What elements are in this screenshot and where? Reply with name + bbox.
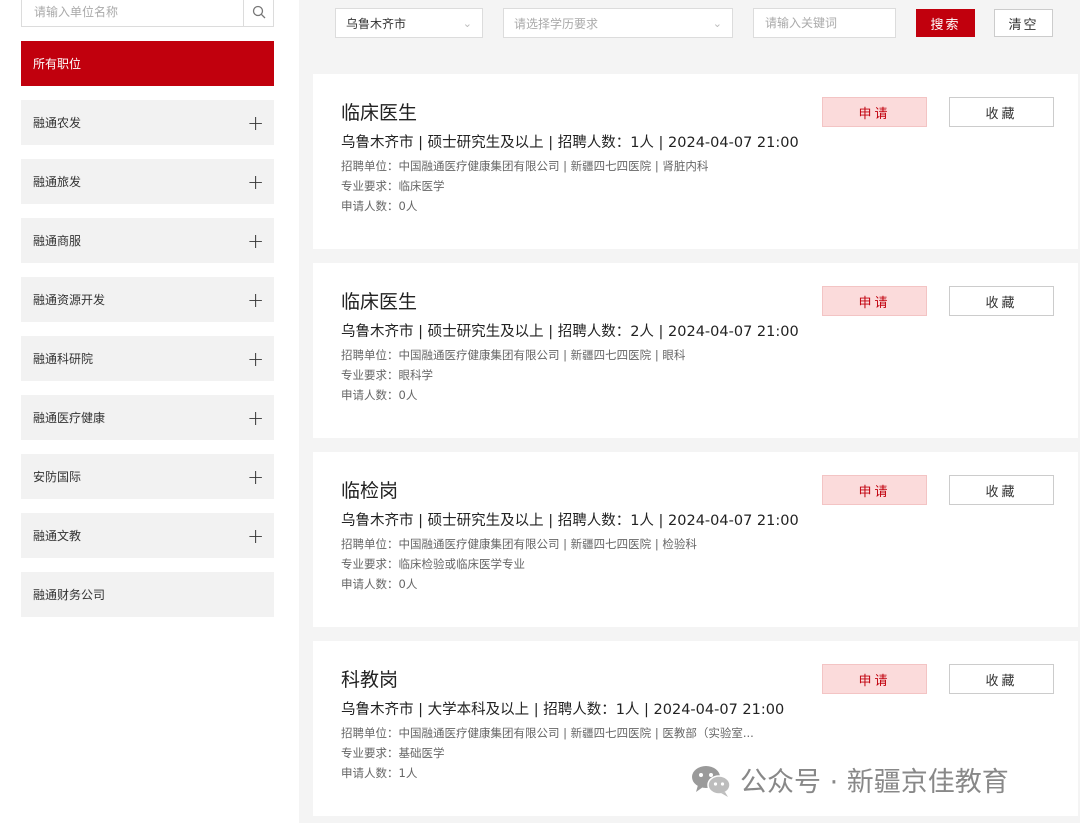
job-major: 专业要求：临床检验或临床医学专业 (341, 557, 525, 571)
job-info: 乌鲁木齐市 | 硕士研究生及以上 | 招聘人数：1人 | 2024-04-07 … (341, 513, 799, 529)
job-unit: 招聘单位：中国融通医疗健康集团有限公司 | 新疆四七四医院 | 检验科 (341, 537, 697, 551)
expand-plus-icon[interactable]: + (247, 349, 264, 369)
job-title[interactable]: 临床医生 (341, 287, 417, 314)
apply-button[interactable]: 申请 (822, 475, 927, 505)
wechat-watermark: 公众号 · 新疆京佳教育 (690, 760, 1009, 799)
unit-search-button[interactable] (243, 0, 273, 26)
wechat-icon (692, 765, 731, 797)
job-title[interactable]: 临检岗 (341, 476, 398, 503)
sidebar: 所有职位 融通农发 + 融通旅发 + 融通商服 + 融通资源开发 + 融通科研院… (0, 0, 290, 823)
sidebar-item-rongtong-lvfa[interactable]: 融通旅发 + (21, 159, 274, 204)
sidebar-item-label: 融通资源开发 (33, 293, 106, 307)
favorite-button[interactable]: 收藏 (949, 475, 1054, 505)
sidebar-item-rongtong-caiwu[interactable]: 融通财务公司 (21, 572, 274, 617)
expand-plus-icon[interactable]: + (247, 231, 264, 251)
job-title[interactable]: 科教岗 (341, 665, 398, 692)
keyword-input[interactable] (754, 9, 895, 37)
chevron-down-icon: ⌄ (712, 16, 722, 30)
favorite-button[interactable]: 收藏 (949, 664, 1054, 694)
sidebar-item-rongtong-ziyuan[interactable]: 融通资源开发 + (21, 277, 274, 322)
education-select-placeholder: 请选择学历要求 (514, 16, 599, 31)
sidebar-item-label: 融通商服 (33, 234, 82, 248)
job-applicants: 申请人数：1人 (341, 766, 418, 780)
sidebar-item-label: 安防国际 (33, 470, 82, 484)
city-select-value: 乌鲁木齐市 (346, 16, 407, 31)
job-card: 临床医生 乌鲁木齐市 | 硕士研究生及以上 | 招聘人数：1人 | 2024-0… (313, 74, 1078, 249)
sidebar-item-label: 融通农发 (33, 116, 82, 130)
sidebar-item-rongtong-wenjiao[interactable]: 融通文教 + (21, 513, 274, 558)
job-major: 专业要求：眼科学 (341, 368, 433, 382)
expand-plus-icon[interactable]: + (247, 290, 264, 310)
expand-plus-icon[interactable]: + (247, 526, 264, 546)
sidebar-item-all-positions[interactable]: 所有职位 (21, 41, 274, 86)
apply-button[interactable]: 申请 (822, 286, 927, 316)
job-applicants: 申请人数：0人 (341, 388, 418, 402)
keyword-field (753, 8, 896, 38)
expand-plus-icon[interactable]: + (247, 408, 264, 428)
education-select[interactable]: 请选择学历要求 ⌄ (503, 8, 733, 38)
sidebar-item-label: 所有职位 (33, 57, 82, 71)
expand-plus-icon[interactable]: + (247, 113, 264, 133)
expand-plus-icon[interactable]: + (247, 172, 264, 192)
job-major: 专业要求：临床医学 (341, 179, 445, 193)
sidebar-item-rongtong-shangfu[interactable]: 融通商服 + (21, 218, 274, 263)
job-unit: 招聘单位：中国融通医疗健康集团有限公司 | 新疆四七四医院 | 肾脏内科 (341, 159, 709, 173)
unit-search-box (21, 0, 274, 27)
apply-button[interactable]: 申请 (822, 664, 927, 694)
city-select[interactable]: 乌鲁木齐市 ⌄ (335, 8, 483, 38)
job-card: 临检岗 乌鲁木齐市 | 硕士研究生及以上 | 招聘人数：1人 | 2024-04… (313, 452, 1078, 627)
chevron-down-icon: ⌄ (462, 16, 472, 30)
search-button[interactable]: 搜索 (916, 9, 975, 37)
sidebar-item-rongtong-yiliao[interactable]: 融通医疗健康 + (21, 395, 274, 440)
sidebar-item-label: 融通科研院 (33, 352, 94, 366)
favorite-button[interactable]: 收藏 (949, 286, 1054, 316)
job-info: 乌鲁木齐市 | 大学本科及以上 | 招聘人数：1人 | 2024-04-07 2… (341, 702, 785, 718)
job-info: 乌鲁木齐市 | 硕士研究生及以上 | 招聘人数：2人 | 2024-04-07 … (341, 324, 799, 340)
job-unit: 招聘单位：中国融通医疗健康集团有限公司 | 新疆四七四医院 | 医教部（实验室.… (341, 726, 754, 740)
job-title[interactable]: 临床医生 (341, 98, 417, 125)
unit-search-input[interactable] (22, 0, 244, 26)
job-info: 乌鲁木齐市 | 硕士研究生及以上 | 招聘人数：1人 | 2024-04-07 … (341, 135, 799, 151)
sidebar-item-rongtong-nongfa[interactable]: 融通农发 + (21, 100, 274, 145)
sidebar-item-rongtong-keyanyuan[interactable]: 融通科研院 + (21, 336, 274, 381)
favorite-button[interactable]: 收藏 (949, 97, 1054, 127)
apply-button[interactable]: 申请 (822, 97, 927, 127)
job-card: 临床医生 乌鲁木齐市 | 硕士研究生及以上 | 招聘人数：2人 | 2024-0… (313, 263, 1078, 438)
sidebar-item-anfang-guoji[interactable]: 安防国际 + (21, 454, 274, 499)
clear-button[interactable]: 清空 (994, 9, 1053, 37)
job-list-area: 乌鲁木齐市 ⌄ 请选择学历要求 ⌄ 搜索 清空 临床医生 乌鲁木齐市 | 硕士研… (299, 0, 1080, 823)
sidebar-item-label: 融通旅发 (33, 175, 82, 189)
job-unit: 招聘单位：中国融通医疗健康集团有限公司 | 新疆四七四医院 | 眼科 (341, 348, 686, 362)
expand-plus-icon[interactable]: + (247, 467, 264, 487)
sidebar-item-label: 融通医疗健康 (33, 411, 106, 425)
job-applicants: 申请人数：0人 (341, 577, 418, 591)
search-icon (252, 5, 265, 18)
sidebar-item-label: 融通财务公司 (33, 588, 106, 602)
job-major: 专业要求：基础医学 (341, 746, 445, 760)
job-applicants: 申请人数：0人 (341, 199, 418, 213)
watermark-text: 公众号 · 新疆京佳教育 (740, 767, 1009, 798)
sidebar-item-label: 融通文教 (33, 529, 82, 543)
